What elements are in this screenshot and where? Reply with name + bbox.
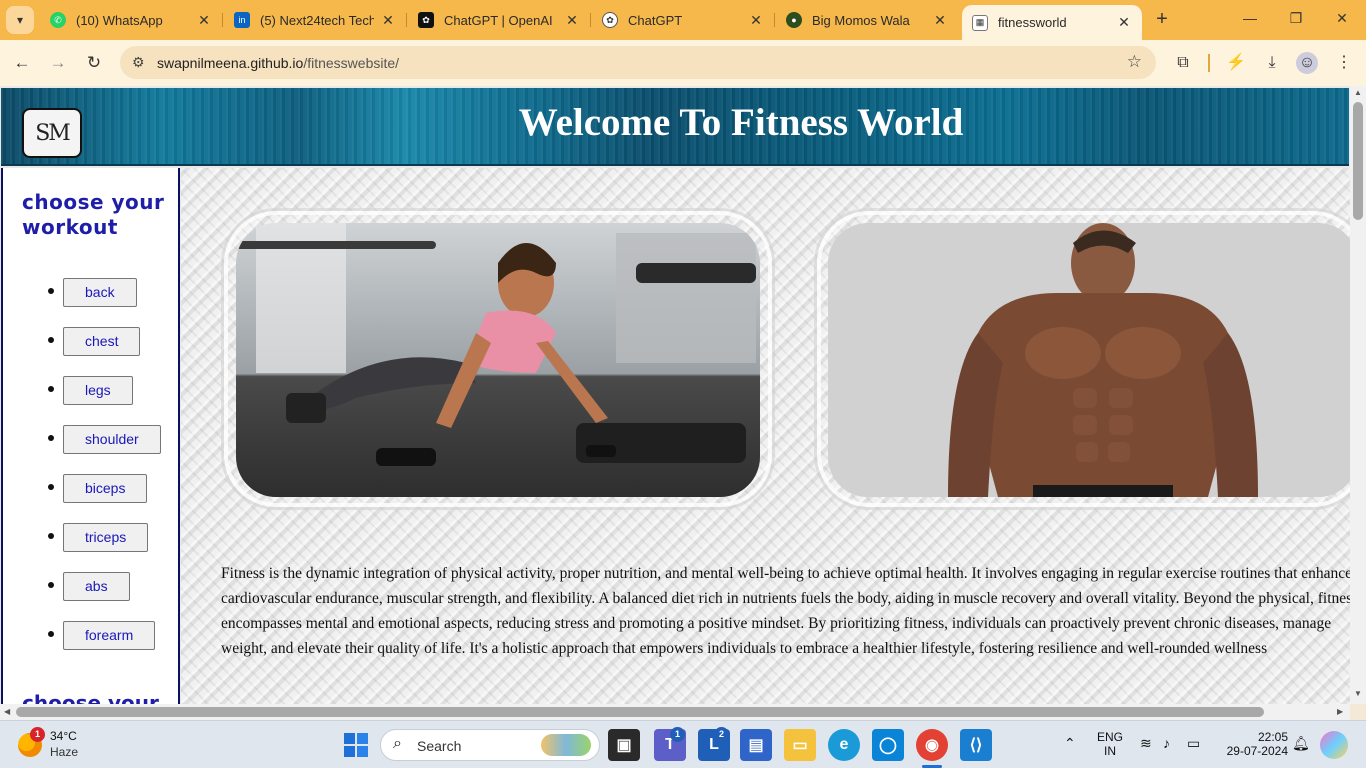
tab-big-momos-wala[interactable]: ● Big Momos Wala ✕ xyxy=(776,5,958,35)
clock[interactable]: 22:05 29-07-2024 xyxy=(1218,730,1288,758)
profile-avatar[interactable]: ☺ xyxy=(1296,52,1318,74)
fitness-description: Fitness is the dynamic integration of ph… xyxy=(221,565,1350,657)
workout-sidebar: choose your workout back chest legs shou… xyxy=(1,168,180,704)
scroll-down-icon[interactable]: ▼ xyxy=(1350,689,1366,698)
workout-button-shoulder[interactable]: shoulder xyxy=(63,425,161,454)
tab-next24tech[interactable]: in (5) Next24tech Techn ✕ xyxy=(224,5,407,35)
scroll-up-icon[interactable]: ▲ xyxy=(1350,88,1366,97)
close-window-icon[interactable]: ✕ xyxy=(1332,10,1352,27)
extensions-icon[interactable]: ⧉ xyxy=(1172,52,1194,74)
download-icon[interactable]: ⤓ xyxy=(1261,52,1283,74)
linkedin-icon: in xyxy=(234,12,250,28)
tab-fitnessworld[interactable]: ▦ fitnessworld ✕ xyxy=(962,5,1142,40)
notification-bell-icon[interactable]: 🔔︎ xyxy=(1292,735,1310,752)
battery-icon[interactable]: ▭ xyxy=(1187,735,1200,752)
openai-icon: ✿ xyxy=(602,12,618,28)
close-tab-icon[interactable]: ✕ xyxy=(564,12,580,29)
vscode-icon[interactable]: ⟨⟩ xyxy=(960,729,992,761)
volume-icon[interactable]: ♪ xyxy=(1163,735,1170,751)
bookmark-star-icon[interactable]: ☆ xyxy=(1127,52,1142,72)
whatsapp-icon: ✆ xyxy=(50,12,66,28)
search-icon: ⌕ xyxy=(393,735,402,752)
tab-chatgpt[interactable]: ✿ ChatGPT ✕ xyxy=(592,5,775,35)
sidebar-heading-secondary: choose your xyxy=(22,691,159,704)
site-settings-icon[interactable]: ⚙ xyxy=(132,54,145,71)
workout-button-triceps[interactable]: triceps xyxy=(63,523,149,552)
close-tab-icon[interactable]: ✕ xyxy=(380,12,396,29)
toolbar-divider xyxy=(1208,54,1210,72)
horizontal-scrollbar[interactable]: ◀ ▶ xyxy=(0,704,1350,720)
tab-strip: ▾ ✆ (10) WhatsApp ✕ in (5) Next24tech Te… xyxy=(0,0,1366,40)
restore-icon[interactable]: ❐ xyxy=(1286,10,1306,27)
file-explorer-icon[interactable]: ▭ xyxy=(784,729,816,761)
reload-icon[interactable]: ↻ xyxy=(83,52,105,74)
scroll-right-icon[interactable]: ▶ xyxy=(1337,707,1343,716)
close-tab-icon[interactable]: ✕ xyxy=(196,12,212,29)
vertical-scroll-thumb[interactable] xyxy=(1353,102,1363,220)
tab-chatgpt-openai[interactable]: ✿ ChatGPT | OpenAI ✕ xyxy=(408,5,591,35)
close-tab-icon[interactable]: ✕ xyxy=(748,12,764,29)
chevron-up-icon[interactable]: ⌃ xyxy=(1064,735,1076,752)
workout-button-abs[interactable]: abs xyxy=(63,572,130,601)
site-logo[interactable]: SM xyxy=(22,108,82,158)
workout-button-back[interactable]: back xyxy=(63,278,137,307)
chrome-icon[interactable]: ◉ xyxy=(916,729,948,761)
workout-button-legs[interactable]: legs xyxy=(63,376,133,405)
copilot-icon[interactable] xyxy=(1320,731,1348,759)
sidebar-heading: choose your workout xyxy=(22,190,165,239)
url-path: /fitnesswebsite/ xyxy=(303,55,400,71)
workout-button-chest[interactable]: chest xyxy=(63,327,141,356)
windows-start-icon[interactable] xyxy=(340,729,372,761)
close-tab-icon[interactable]: ✕ xyxy=(932,12,948,29)
back-arrow-icon[interactable]: ← xyxy=(11,52,33,74)
search-highlight-icon xyxy=(541,734,591,756)
wifi-icon[interactable]: ≋ xyxy=(1140,735,1152,752)
site-header: SM Welcome To Fitness World xyxy=(1,88,1349,166)
horizontal-scroll-thumb[interactable] xyxy=(16,707,1264,717)
workout-button-forearm[interactable]: forearm xyxy=(63,621,156,650)
page-viewport: SM Welcome To Fitness World choose your … xyxy=(0,86,1350,704)
momos-icon: ● xyxy=(786,12,802,28)
tab-search-menu-button[interactable]: ▾ xyxy=(6,6,34,34)
url-host: swapnilmeena.github.io xyxy=(157,55,304,71)
vertical-scrollbar[interactable]: ▲ ▼ xyxy=(1350,86,1366,704)
tab-whatsapp[interactable]: ✆ (10) WhatsApp ✕ xyxy=(40,5,223,35)
windows-taskbar: 1 34°C Haze ⌕ Search ▣ T 1 L 2 ▤ ▭ e ◯ ◉… xyxy=(0,720,1366,768)
language-indicator[interactable]: ENG IN xyxy=(1094,730,1126,758)
bodybuilder-photo xyxy=(828,223,1350,497)
search-label: Search xyxy=(417,738,462,754)
page-title: Welcome To Fitness World xyxy=(518,101,964,144)
performance-icon[interactable]: ⚡ xyxy=(1225,52,1247,74)
store-icon[interactable]: ▤ xyxy=(740,729,772,761)
task-view-icon[interactable]: ▣ xyxy=(608,729,640,761)
cortana-icon[interactable]: ◯ xyxy=(872,729,904,761)
woman-pushup-photo xyxy=(236,223,760,497)
l-app-badge: 2 xyxy=(714,727,729,742)
taskbar-search[interactable]: ⌕ Search xyxy=(380,729,600,761)
weather-badge: 1 xyxy=(30,727,45,742)
teams-badge: 1 xyxy=(670,727,685,742)
openai-icon: ✿ xyxy=(418,12,434,28)
forward-arrow-icon[interactable]: → xyxy=(47,52,69,74)
main-content: Fitness is the dynamic integration of ph… xyxy=(181,168,1350,704)
weather-temp: 34°C xyxy=(50,729,77,743)
scroll-left-icon[interactable]: ◀ xyxy=(4,707,10,716)
new-tab-button[interactable]: + xyxy=(1150,8,1174,32)
weather-condition: Haze xyxy=(50,745,79,759)
minimize-icon[interactable]: — xyxy=(1240,10,1260,26)
edge-icon[interactable]: e xyxy=(828,729,860,761)
site-icon: ▦ xyxy=(972,14,988,31)
browser-menu-icon[interactable]: ⋮ xyxy=(1333,52,1355,74)
browser-toolbar: ← → ↻ ⚙ swapnilmeena.github.io/fitnesswe… xyxy=(0,40,1366,86)
workout-button-biceps[interactable]: biceps xyxy=(63,474,148,503)
address-bar[interactable]: ⚙ swapnilmeena.github.io/fitnesswebsite/… xyxy=(120,46,1156,79)
close-tab-icon[interactable]: ✕ xyxy=(1116,14,1132,31)
